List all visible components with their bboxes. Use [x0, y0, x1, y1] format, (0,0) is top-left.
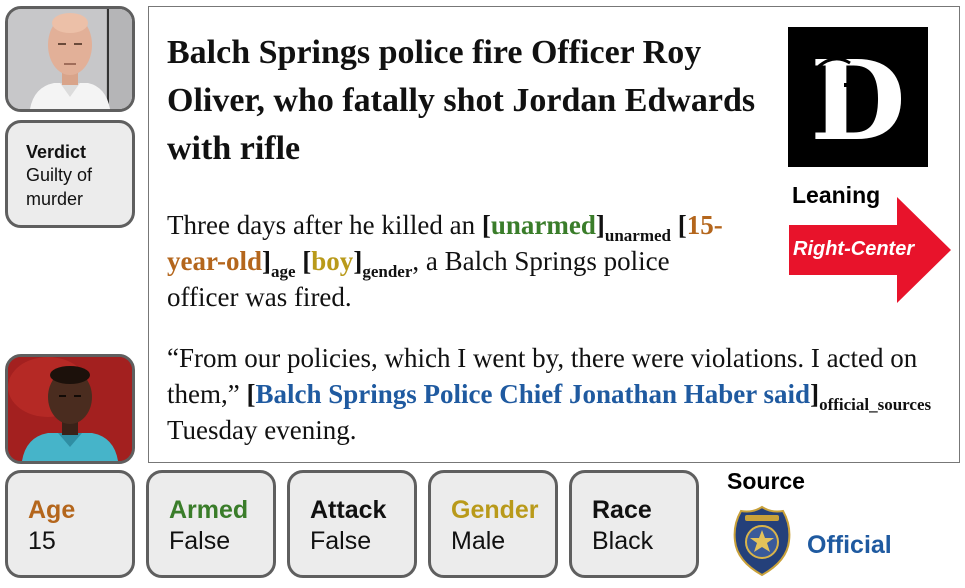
stat-value-race: Black [592, 527, 654, 555]
officer-photo [5, 6, 135, 112]
source-value: Official [807, 531, 892, 559]
bracket: [ [677, 210, 687, 240]
stat-card-attack: Attack False [287, 470, 417, 578]
stat-value-age: 15 [28, 527, 56, 555]
annotation-official-source: Balch Springs Police Chief Jonathan Habe… [255, 379, 811, 409]
tag-unarmed: unarmed [604, 226, 671, 245]
tag-age: age [270, 262, 296, 281]
annotation-gender: boy [311, 246, 354, 276]
verdict-text: Guilty of murder [26, 165, 93, 209]
logo-letter: D [810, 36, 905, 165]
tag-official-sources: official_sources [819, 395, 932, 414]
officer-portrait-image [8, 9, 132, 109]
article-paragraph-1: Three days after he killed an [unarmed]u… [167, 207, 747, 315]
bracket: ] [353, 246, 363, 276]
stat-card-armed: Armed False [146, 470, 276, 578]
blackletter-d-logo-icon: D [810, 36, 905, 165]
stat-title-armed: Armed [169, 496, 249, 524]
stat-title-gender: Gender [451, 496, 539, 524]
stat-card-gender: Gender Male [428, 470, 558, 578]
victim-portrait-image [8, 357, 132, 461]
bracket: [ [302, 246, 312, 276]
tag-gender: gender [362, 262, 413, 281]
bracket: [ [481, 210, 491, 240]
stat-card-race: Race Black [569, 470, 699, 578]
stat-title-age: Age [28, 496, 76, 524]
stat-title-attack: Attack [310, 496, 387, 524]
article-paragraph-2: “From our policies, which I went by, the… [167, 340, 937, 448]
annotation-unarmed: unarmed [490, 210, 596, 240]
leaning-value: Right-Center [793, 238, 915, 260]
victim-photo [5, 354, 135, 464]
article-headline: Balch Springs police fire Officer Roy Ol… [167, 34, 756, 167]
police-badge-icon [733, 505, 791, 577]
stat-value-attack: False [310, 527, 372, 555]
bracket: ] [810, 379, 820, 409]
stat-card-age: Age 15 [5, 470, 135, 578]
stat-value-armed: False [169, 527, 231, 555]
stat-value-gender: Male [451, 527, 506, 555]
p2-tail: Tuesday evening. [167, 415, 357, 445]
verdict-card: Verdict Guilty of murder [5, 120, 135, 228]
publisher-logo: D [788, 27, 928, 167]
bracket: ] [261, 246, 271, 276]
verdict-title: Verdict [26, 142, 87, 162]
stat-title-race: Race [592, 496, 652, 524]
p1-text-1: Three days after he killed an [167, 210, 482, 240]
bracket: ] [595, 210, 605, 240]
source-label: Source [727, 468, 805, 494]
